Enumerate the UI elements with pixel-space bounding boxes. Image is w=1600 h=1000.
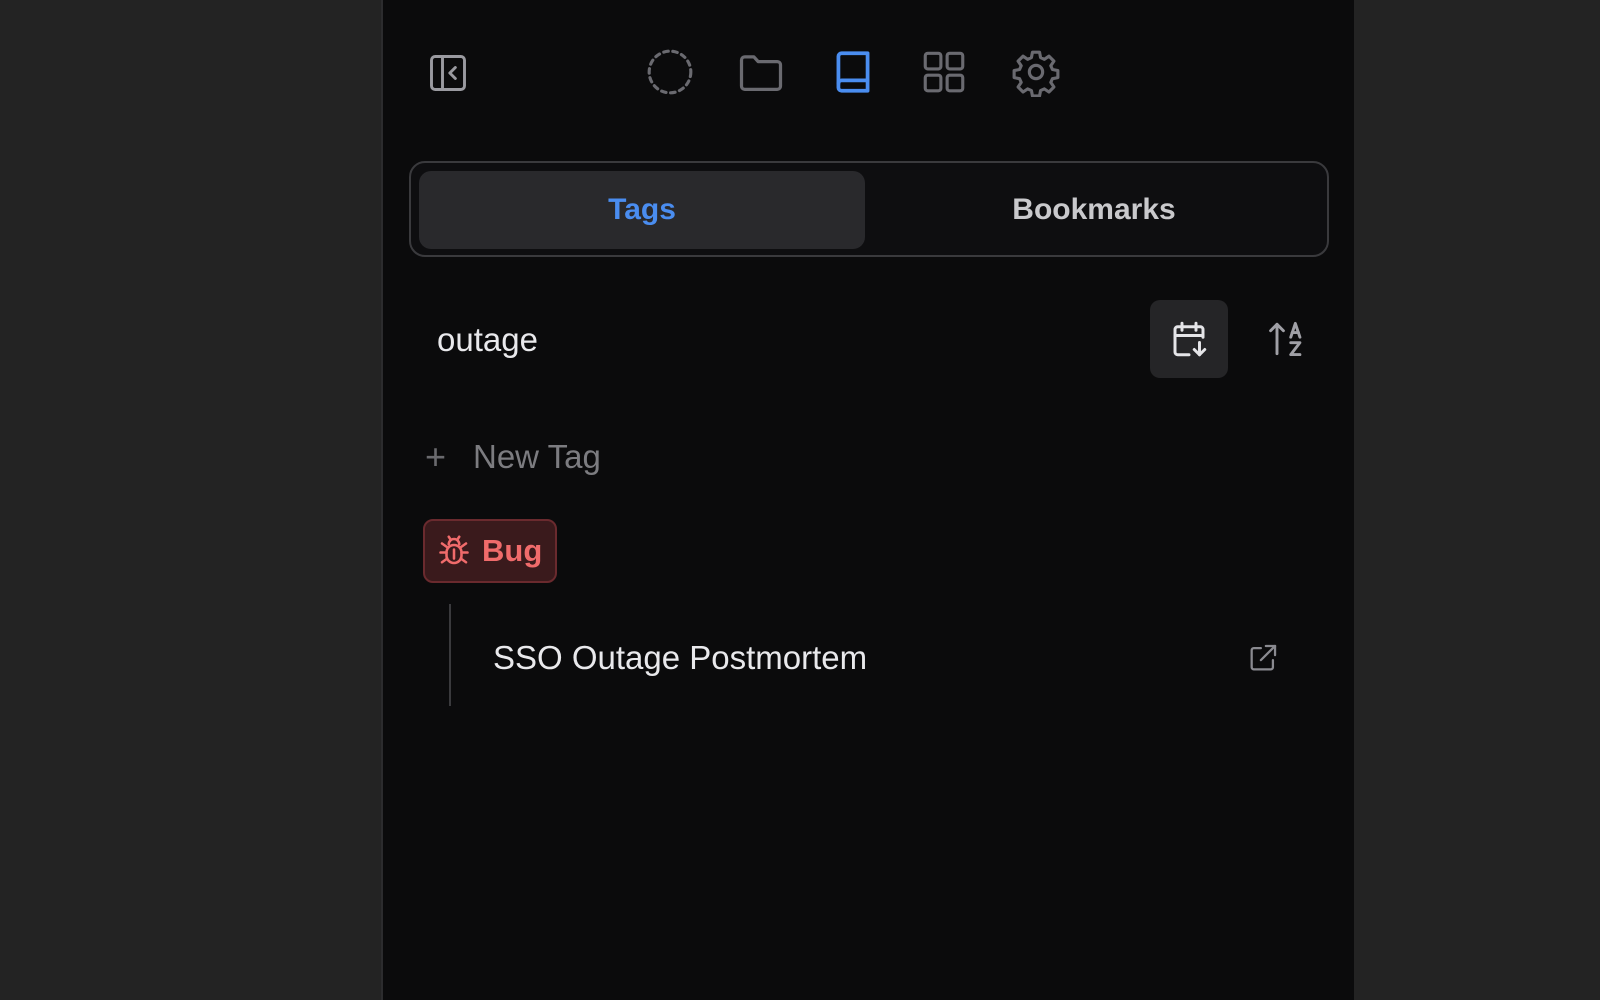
- plus-icon: +: [425, 436, 447, 477]
- tab-tags[interactable]: Tags: [419, 171, 865, 249]
- grid-icon[interactable]: [916, 44, 972, 100]
- book-icon[interactable]: [825, 44, 881, 100]
- sidebar-collapse-icon[interactable]: [423, 48, 473, 98]
- new-tag-button[interactable]: + New Tag: [425, 430, 601, 484]
- search-input[interactable]: [437, 310, 1077, 370]
- tabs-segmented-control: Tags Bookmarks: [409, 161, 1329, 257]
- gear-icon[interactable]: [1008, 44, 1064, 100]
- tab-bookmarks[interactable]: Bookmarks: [871, 171, 1317, 249]
- bookmark-title: SSO Outage Postmortem: [493, 639, 868, 676]
- tree-connector-line: [449, 604, 451, 706]
- sort-by-date-button[interactable]: [1150, 300, 1228, 378]
- page: Tags Bookmarks outage + New Tag Bug SSO …: [0, 0, 1600, 1000]
- side-panel: Tags Bookmarks outage + New Tag Bug SSO …: [381, 0, 1354, 1000]
- loading-circle-icon[interactable]: [642, 44, 698, 100]
- bookmark-item[interactable]: SSO Outage Postmortem: [493, 628, 1283, 688]
- tag-chip-label: Bug: [482, 533, 543, 568]
- calendar-sort-icon: [1173, 321, 1207, 357]
- sort-alpha-icon: [1269, 321, 1302, 357]
- folder-icon[interactable]: [733, 44, 789, 100]
- sort-alphabetical-button[interactable]: [1249, 300, 1327, 378]
- external-link-icon[interactable]: [1243, 638, 1283, 678]
- bug-icon: [439, 535, 469, 565]
- tag-chip-bug[interactable]: Bug: [423, 519, 558, 583]
- new-tag-label: New Tag: [473, 438, 601, 475]
